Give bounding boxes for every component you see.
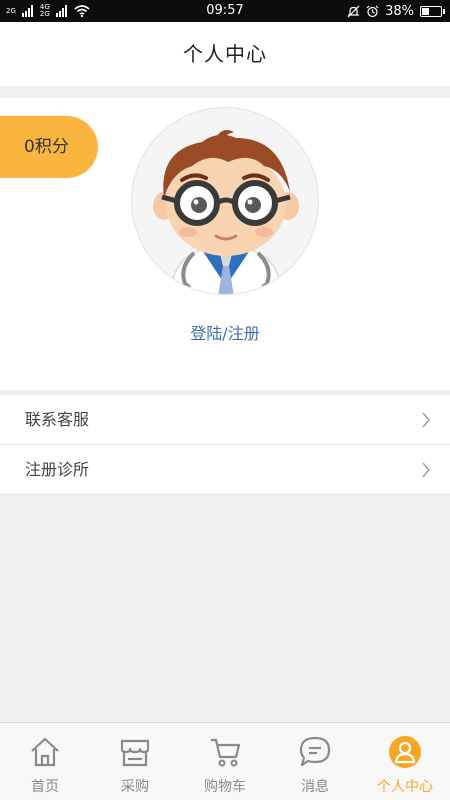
doctor-avatar-illustration [153, 130, 299, 294]
nav-label: 消息 [301, 779, 329, 795]
battery-fill [422, 7, 429, 15]
chevron-right-icon [422, 462, 430, 478]
mute-bell-icon [347, 5, 360, 17]
nav-label: 购物车 [204, 779, 246, 795]
nav-label: 采购 [121, 779, 149, 795]
menu-item-register-clinic[interactable]: 注册诊所 [0, 445, 450, 495]
alarm-clock-icon [366, 5, 379, 17]
person-icon [389, 736, 421, 768]
battery-percent: 38% [385, 3, 414, 19]
cart-icon [211, 738, 241, 767]
nav-tab-cart[interactable]: 购物车 [180, 723, 270, 800]
battery-icon [420, 5, 445, 17]
nav-tab-purchase[interactable]: 采购 [90, 723, 180, 800]
store-icon [120, 739, 150, 767]
menu-item-label: 注册诊所 [25, 460, 90, 479]
nav-label: 首页 [31, 779, 59, 795]
menu-item-contact-support[interactable]: 联系客服 [0, 395, 450, 445]
profile-section: 0积分 登陆/注册 [0, 98, 450, 390]
status-bar: 2G 4G 2G 09:57 38% [0, 0, 450, 22]
chevron-right-icon [422, 412, 430, 428]
nav-label: 个人中心 [377, 779, 433, 795]
menu-item-label: 联系客服 [25, 410, 90, 429]
login-register-link[interactable]: 登陆/注册 [0, 320, 450, 344]
avatar[interactable] [131, 107, 319, 295]
bottom-navigation: 首页 采购 购物车 消息 个人中心 [0, 722, 450, 800]
page-title: 个人中心 [183, 42, 267, 66]
home-icon [31, 737, 59, 767]
settings-menu: 联系客服 注册诊所 [0, 395, 450, 495]
nav-tab-messages[interactable]: 消息 [270, 723, 360, 800]
page-header: 个人中心 [0, 22, 450, 86]
nav-tab-profile[interactable]: 个人中心 [360, 723, 450, 800]
points-badge[interactable]: 0积分 [0, 116, 98, 178]
status-right: 38% [347, 2, 445, 20]
nav-tab-home[interactable]: 首页 [0, 723, 90, 800]
chat-icon [299, 736, 331, 767]
